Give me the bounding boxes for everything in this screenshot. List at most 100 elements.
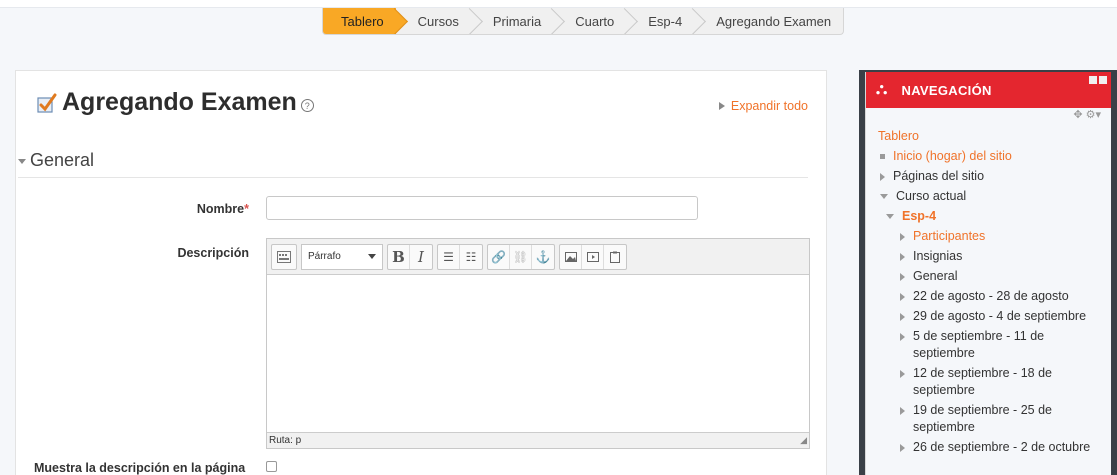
resize-grip-icon[interactable]: ◢ [800, 435, 807, 446]
section-general-header[interactable]: General [18, 150, 808, 178]
nav-item-label: 22 de agosto - 28 de agosto [913, 289, 1069, 303]
dock-icon[interactable] [1099, 76, 1107, 84]
unordered-list-button[interactable]: ☰ [438, 244, 460, 269]
chevron-right-icon [900, 293, 905, 301]
name-input[interactable] [266, 196, 698, 220]
chevron-right-icon [900, 233, 905, 241]
expand-all-label: Expandir todo [730, 99, 808, 113]
gear-icon[interactable]: ⚙▾ [1086, 109, 1101, 121]
nav-item-label: Inicio (hogar) del sitio [893, 149, 1012, 163]
chevron-right-icon [900, 370, 905, 378]
breadcrumb-item-tablero[interactable]: Tablero [323, 8, 396, 34]
chevron-down-icon [368, 254, 376, 259]
link-icon[interactable]: 🔗 [488, 244, 510, 269]
show-description-checkbox[interactable] [266, 461, 277, 472]
chevron-right-icon [900, 253, 905, 261]
ordered-list-button[interactable]: ☷ [460, 245, 482, 269]
media-group [559, 243, 627, 270]
media-button[interactable] [582, 244, 604, 269]
nav-item-label: Curso actual [896, 189, 967, 203]
nav-item[interactable]: Esp-4 [866, 208, 1111, 225]
nav-item[interactable]: Insignias [866, 248, 1111, 265]
nav-item-label: 12 de septiembre - 18 de septiembre [913, 366, 1052, 397]
paste-button[interactable] [604, 245, 626, 269]
nav-item[interactable]: General [866, 268, 1111, 285]
nav-item[interactable]: 19 de septiembre - 25 de septiembre [866, 402, 1111, 436]
nav-item[interactable]: 12 de septiembre - 18 de septiembre [866, 365, 1111, 399]
block-actions: ✥ ⚙▾ [866, 108, 1111, 128]
navigation-title: NAVEGACIÓN [901, 82, 992, 98]
toolbar-toggle-button[interactable] [271, 243, 297, 270]
nav-item-label: 19 de septiembre - 25 de septiembre [913, 403, 1052, 434]
sitemap-icon: ⛬ [876, 81, 888, 98]
nav-item[interactable]: Inicio (hogar) del sitio [866, 148, 1111, 165]
anchor-icon[interactable]: ⚓ [532, 245, 554, 269]
nav-item[interactable]: 22 de agosto - 28 de agosto [866, 288, 1111, 305]
move-icon[interactable]: ✥ [1073, 109, 1082, 121]
chevron-right-icon [900, 333, 905, 341]
italic-button[interactable]: I [410, 245, 432, 269]
editor-path-label: Ruta: p [269, 435, 302, 446]
chevron-down-icon [886, 214, 894, 219]
show-description-label: Muestra la descripción en la página [34, 461, 246, 475]
chevron-right-icon [900, 313, 905, 321]
main-content: Agregando Examen ? Expandir todo General… [15, 70, 827, 475]
page-header: Agregando Examen ? [36, 88, 314, 117]
block-controls [1089, 76, 1107, 84]
nav-item-label: Insignias [913, 249, 963, 263]
image-button[interactable] [560, 244, 582, 269]
nav-item[interactable]: Participantes [866, 228, 1111, 245]
bullet-icon [880, 154, 885, 159]
nav-item[interactable]: 29 de agosto - 4 de septiembre [866, 308, 1111, 325]
nav-item-label: Esp-4 [902, 209, 937, 223]
section-general-label: General [30, 150, 95, 170]
editor-toolbar: Párrafo B I ☰ ☷ 🔗 ⛓ ⚓ [267, 239, 809, 275]
chevron-down-icon [880, 194, 888, 199]
paragraph-format-select[interactable]: Párrafo [301, 243, 383, 270]
nav-item[interactable]: Curso actual [866, 188, 1111, 205]
link-group: 🔗 ⛓ ⚓ [487, 243, 555, 270]
name-label: Nombre* [196, 202, 249, 216]
nav-item-label: Participantes [913, 229, 986, 243]
navigation-header: ⛬ NAVEGACIÓN [866, 72, 1111, 108]
top-bar [0, 0, 1117, 8]
chevron-right-icon [880, 173, 885, 181]
breadcrumb: Tablero Cursos Primaria Cuarto Esp-4 Agr… [322, 8, 845, 35]
keyboard-icon [277, 250, 291, 263]
navigation-tree: Tablero Inicio (hogar) del sitio Páginas d… [866, 128, 1111, 456]
page-title: Agregando Examen [62, 88, 297, 116]
nav-item-label: 26 de septiembre - 2 de octubre [913, 440, 1091, 454]
expand-triangle-icon [718, 102, 725, 110]
chevron-right-icon [900, 444, 905, 452]
collapse-triangle-icon [18, 159, 26, 164]
breadcrumb-item-current: Agregando Examen [716, 13, 832, 29]
navigation-block: ⛬ NAVEGACIÓN ✥ ⚙▾ Tablero Inicio (hogar) … [859, 70, 1117, 475]
image-icon [564, 251, 577, 262]
description-label: Descripción [177, 246, 249, 260]
bold-button[interactable]: B [388, 244, 410, 269]
required-marker: * [244, 202, 249, 216]
nav-item-label: 5 de septiembre - 11 de septiembre [913, 329, 1045, 360]
unlink-icon[interactable]: ⛓ [510, 244, 532, 269]
nav-item-label: 29 de agosto - 4 de septiembre [913, 309, 1087, 323]
description-editor[interactable]: Párrafo B I ☰ ☷ 🔗 ⛓ ⚓ Ruta: p ◢ [266, 238, 810, 449]
list-group: ☰ ☷ [437, 243, 483, 270]
nav-item-label: General [913, 269, 958, 283]
expand-all-link[interactable]: Expandir todo [718, 99, 808, 113]
editor-path-bar: Ruta: p [267, 432, 809, 448]
nav-item[interactable]: Tablero [866, 128, 1111, 145]
navigation-panel: ⛬ NAVEGACIÓN ✥ ⚙▾ Tablero Inicio (hogar) … [865, 72, 1111, 475]
nav-item[interactable]: 26 de septiembre - 2 de octubre [866, 439, 1111, 456]
nav-item-label: Tablero [878, 129, 919, 143]
chevron-right-icon [900, 273, 905, 281]
nav-item[interactable]: Páginas del sitio [866, 168, 1111, 185]
nav-item[interactable]: 5 de septiembre - 11 de septiembre [866, 328, 1111, 362]
help-icon[interactable]: ? [300, 99, 314, 112]
film-icon [586, 251, 599, 262]
clipboard-icon [610, 251, 620, 263]
quiz-icon [37, 93, 57, 113]
chevron-right-icon [900, 407, 905, 415]
minimize-icon[interactable] [1089, 76, 1097, 84]
text-style-group: B I [387, 243, 433, 270]
nav-item-label: Páginas del sitio [893, 169, 985, 183]
